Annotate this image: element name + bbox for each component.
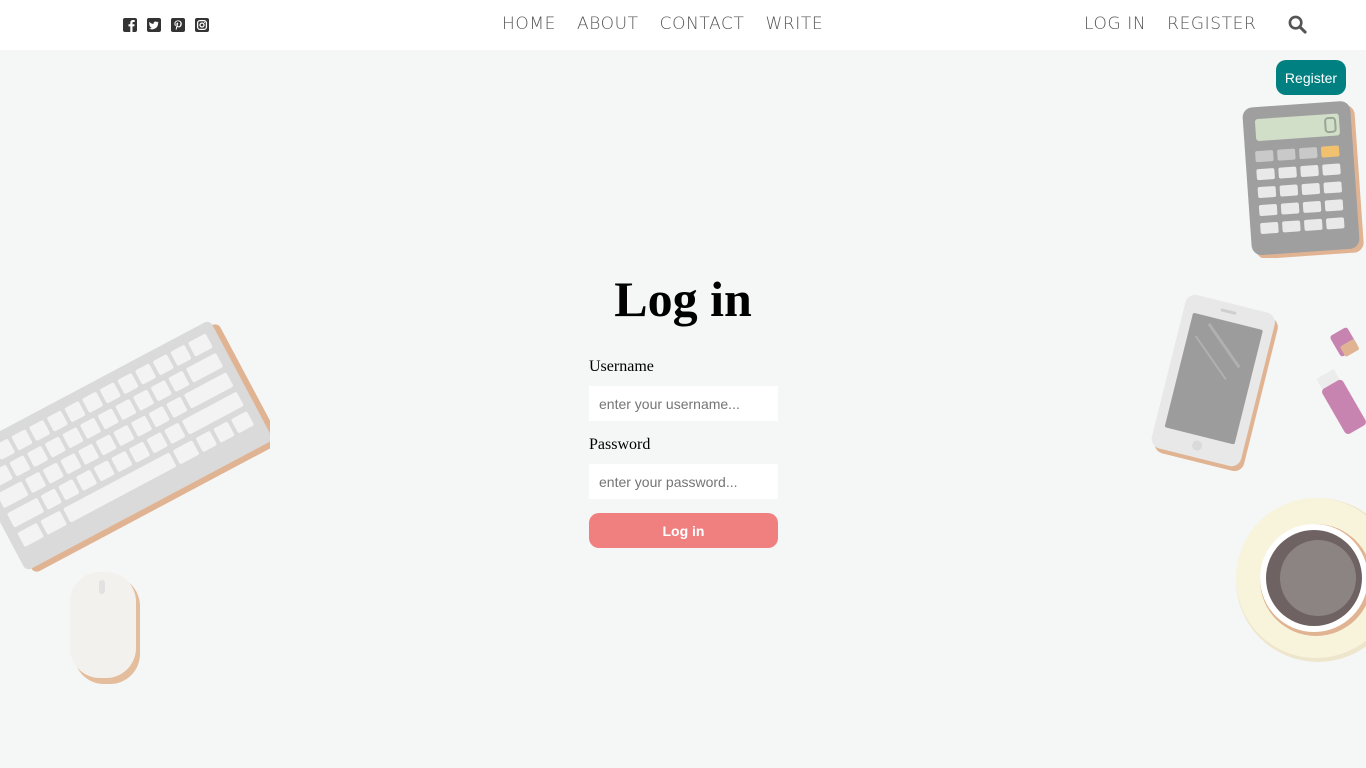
nav-about-link[interactable]: ABOUT xyxy=(577,14,639,34)
login-form: Username Password Log in xyxy=(589,357,778,548)
usb-drive-image xyxy=(1316,327,1366,434)
nav-login-link[interactable]: LOG IN xyxy=(1084,14,1146,34)
pinterest-square-icon[interactable] xyxy=(170,17,186,33)
nav-register-link[interactable]: REGISTER xyxy=(1167,14,1256,34)
username-input[interactable] xyxy=(589,386,778,421)
page-title: Log in xyxy=(614,271,752,327)
keyboard-image xyxy=(0,321,270,572)
social-links xyxy=(122,17,210,33)
nav-contact-link[interactable]: CONTACT xyxy=(660,14,745,34)
search-icon[interactable] xyxy=(1288,15,1307,34)
main-nav: HOME ABOUT CONTACT WRITE xyxy=(502,14,823,34)
top-bar: HOME ABOUT CONTACT WRITE LOG IN REGISTER xyxy=(0,0,1366,50)
calculator-image xyxy=(1242,101,1364,258)
facebook-square-icon[interactable] xyxy=(122,17,138,33)
account-nav: LOG IN REGISTER xyxy=(1084,14,1256,34)
password-input[interactable] xyxy=(589,464,778,499)
nav-home-link[interactable]: HOME xyxy=(502,14,556,34)
login-button[interactable]: Log in xyxy=(589,513,778,548)
username-label: Username xyxy=(589,358,654,375)
coffee-cup-image xyxy=(1236,498,1366,662)
nav-write-link[interactable]: WRITE xyxy=(765,14,823,34)
register-button[interactable]: Register xyxy=(1276,60,1346,95)
mouse-image xyxy=(70,572,140,684)
password-label: Password xyxy=(589,436,651,453)
instagram-square-icon[interactable] xyxy=(194,17,210,33)
twitter-square-icon[interactable] xyxy=(146,17,162,33)
